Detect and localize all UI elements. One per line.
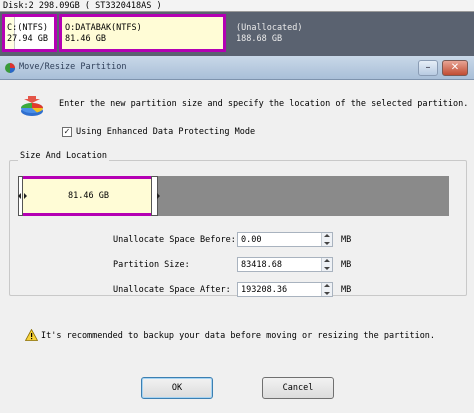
title-bar[interactable]: Move/Resize Partition – ✕ bbox=[0, 56, 474, 80]
partition-unallocated-size: 188.68 GB bbox=[236, 34, 283, 44]
enhanced-protect-checkbox[interactable]: ✓ bbox=[62, 127, 72, 137]
stepper-up-icon[interactable] bbox=[324, 234, 330, 237]
partition-databak[interactable]: O:DATABAK(NTFS) 81.46 GB bbox=[59, 14, 226, 52]
partition-size-value: 83418.68 bbox=[241, 260, 282, 270]
enhanced-protect-label[interactable]: Using Enhanced Data Protecting Mode bbox=[76, 127, 255, 137]
partition-block[interactable]: 81.46 GB bbox=[20, 176, 157, 216]
left-arrow-icon bbox=[18, 193, 21, 199]
space-before-value: 0.00 bbox=[241, 235, 262, 245]
stepper-up-icon[interactable] bbox=[324, 284, 330, 287]
size-location-title: Size And Location bbox=[18, 151, 109, 161]
partition-unallocated-name: (Unallocated) bbox=[236, 23, 303, 33]
stepper-down-icon[interactable] bbox=[324, 292, 330, 295]
partition-size-label: Partition Size: bbox=[113, 260, 190, 270]
right-arrow-icon bbox=[157, 193, 160, 199]
disk-header: Disk:2 298.09GB ( ST3320418AS ) bbox=[0, 0, 474, 12]
partition-c-name: C:(NTFS) bbox=[7, 23, 48, 33]
space-after-stepper[interactable] bbox=[321, 283, 332, 296]
minimize-button[interactable]: – bbox=[418, 60, 438, 76]
warning-icon bbox=[25, 329, 38, 341]
partition-c[interactable]: C:(NTFS) 27.94 GB bbox=[2, 14, 57, 52]
space-before-unit: MB bbox=[341, 235, 352, 245]
partition-app-icon bbox=[5, 63, 15, 73]
backup-warning: It's recommended to backup your data bef… bbox=[41, 331, 436, 341]
close-button[interactable]: ✕ bbox=[442, 60, 468, 76]
space-after-input[interactable]: 193208.36 bbox=[237, 282, 333, 297]
stepper-down-icon[interactable] bbox=[324, 267, 330, 270]
partition-size-stepper[interactable] bbox=[321, 258, 332, 271]
intro-text: Enter the new partition size and specify… bbox=[59, 99, 469, 109]
move-resize-icon bbox=[21, 96, 44, 116]
partition-unallocated[interactable]: (Unallocated) 188.68 GB bbox=[232, 14, 474, 52]
cancel-button[interactable]: Cancel bbox=[262, 377, 334, 399]
space-before-input[interactable]: 0.00 bbox=[237, 232, 333, 247]
partition-databak-name: O:DATABAK(NTFS) bbox=[65, 23, 142, 33]
space-after-value: 193208.36 bbox=[241, 285, 288, 295]
partition-size-unit: MB bbox=[341, 260, 352, 270]
space-before-label: Unallocate Space Before: bbox=[113, 235, 236, 245]
space-before-stepper[interactable] bbox=[321, 233, 332, 246]
move-resize-dialog: Enter the new partition size and specify… bbox=[0, 80, 474, 413]
space-after-label: Unallocate Space After: bbox=[113, 285, 231, 295]
stepper-up-icon[interactable] bbox=[324, 259, 330, 262]
partition-c-size: 27.94 GB bbox=[7, 34, 48, 44]
left-inner-arrow-icon bbox=[24, 193, 27, 199]
partition-databak-size: 81.46 GB bbox=[65, 34, 106, 44]
stepper-down-icon[interactable] bbox=[324, 242, 330, 245]
partition-size-input[interactable]: 83418.68 bbox=[237, 257, 333, 272]
partition-layout-bar[interactable]: 81.46 GB bbox=[18, 176, 449, 216]
space-after-unit: MB bbox=[341, 285, 352, 295]
window-title: Move/Resize Partition bbox=[19, 62, 127, 72]
ok-button[interactable]: OK bbox=[141, 377, 213, 399]
disk-map: Disk:2 298.09GB ( ST3320418AS ) C:(NTFS)… bbox=[0, 0, 474, 56]
